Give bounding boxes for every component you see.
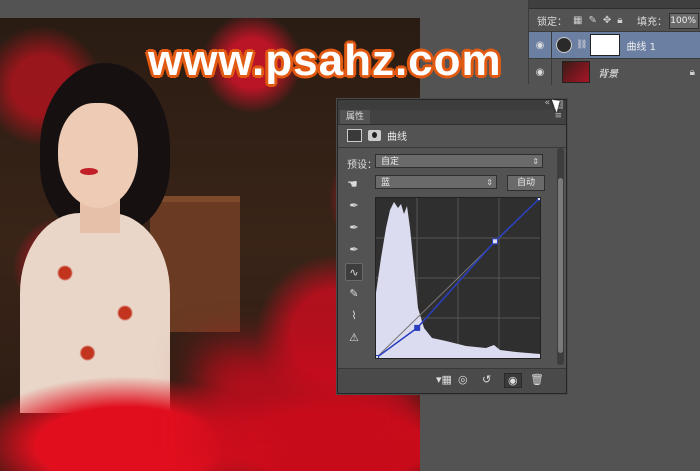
layer-row-background[interactable]: ◉ 背景 🔒︎	[529, 58, 700, 85]
curves-graph[interactable]	[375, 197, 541, 359]
layer-thumbnail	[562, 61, 590, 83]
woman-face	[58, 103, 138, 208]
sample-gray-icon[interactable]: ✒	[345, 219, 363, 237]
divider	[551, 59, 552, 85]
chevron-updown-icon: ⇕	[532, 157, 539, 166]
curve-tools: ✒ ✒ ✒ ∿ ✎ ⌇ ⚠	[345, 197, 363, 351]
curves-graph-svg[interactable]	[376, 198, 540, 358]
lock-row: 锁定： ▦ ✎ ✥ 🔒︎ 填充： 100%	[529, 9, 700, 31]
sample-black-icon[interactable]: ✒	[345, 197, 363, 215]
layers-panel: 锁定： ▦ ✎ ✥ 🔒︎ 填充： 100% ◉ ⛓︎ 曲线 1 ◉ 背景 🔒︎	[528, 0, 700, 85]
eye-icon[interactable]: ◉	[529, 67, 551, 78]
curve-control-point[interactable]	[414, 324, 421, 331]
properties-scrollbar[interactable]	[557, 148, 564, 365]
layer-mask-thumbnail[interactable]	[590, 34, 621, 56]
channel-select[interactable]: 蓝 ⇕	[375, 175, 497, 189]
channel-value: 蓝	[381, 178, 391, 188]
lock-transparent-icon[interactable]: ▦	[573, 15, 582, 26]
collapse-icon[interactable]: «	[544, 98, 550, 108]
delete-icon[interactable]: 🗑︎	[530, 373, 544, 386]
lock-all-icon[interactable]: 🔒︎	[617, 15, 622, 26]
curves-icon	[347, 129, 362, 142]
scroll-thumb[interactable]	[558, 178, 563, 353]
smooth-icon[interactable]: ⌇	[345, 307, 363, 325]
watermark-text: www.psahz.com	[148, 36, 502, 85]
properties-bottom-bar: ▾▦ ◎ ↺ ◉ 🗑︎	[338, 368, 566, 393]
view-previous-icon[interactable]: ◎	[458, 373, 468, 386]
clipping-warning-icon[interactable]: ⚠	[345, 329, 363, 347]
lock-icon: 🔒︎	[689, 66, 695, 78]
woman-lips	[80, 168, 98, 175]
divider	[338, 147, 566, 148]
curves-adjustment-icon	[556, 37, 572, 53]
layer-name[interactable]: 背景	[598, 65, 618, 80]
chevron-updown-icon: ⇕	[486, 178, 493, 187]
preset-value: 自定	[381, 157, 400, 167]
panel-tab-row: 属性 ≡	[338, 110, 566, 125]
fill-label: 填充：	[637, 17, 667, 28]
mask-icon[interactable]	[368, 130, 381, 141]
tab-properties[interactable]: 属性	[340, 110, 371, 124]
layer-name[interactable]: 曲线 1	[626, 38, 656, 53]
properties-panel: « × 属性 ≡ 曲线 预设： 自定 ⇕ ☚ 蓝 ⇕ 自动 ✒ ✒ ✒ ∿ ✎ …	[337, 98, 567, 394]
lock-position-icon[interactable]: ✥	[603, 15, 611, 26]
target-adjust-hand-icon[interactable]: ☚	[347, 177, 358, 191]
divider	[551, 32, 552, 58]
lock-label: 锁定：	[537, 16, 567, 28]
curve-control-point[interactable]	[537, 198, 541, 201]
properties-header: 曲线	[347, 128, 407, 143]
curve-control-point[interactable]	[492, 238, 498, 245]
eye-icon[interactable]: ◉	[529, 40, 551, 51]
curve-control-point[interactable]	[376, 355, 379, 359]
reset-icon[interactable]: ↺	[482, 373, 491, 386]
link-icon[interactable]: ⛓︎	[576, 40, 587, 50]
preset-label: 预设：	[347, 160, 377, 171]
auto-button[interactable]: 自动	[507, 175, 545, 191]
fill-input[interactable]: 100%	[669, 13, 699, 29]
panel-drag-bar[interactable]: « ×	[338, 98, 566, 110]
pencil-icon[interactable]: ✎	[345, 285, 363, 303]
clip-to-layer-icon[interactable]: ▾▦	[436, 373, 452, 386]
sample-white-icon[interactable]: ✒	[345, 241, 363, 259]
lock-image-icon[interactable]: ✎	[588, 15, 596, 26]
curve-edit-icon[interactable]: ∿	[345, 263, 363, 281]
layers-panel-top-strip	[529, 0, 700, 9]
adjustment-title: 曲线	[387, 132, 407, 143]
visibility-icon[interactable]: ◉	[504, 373, 522, 388]
preset-select[interactable]: 自定 ⇕	[375, 154, 543, 168]
layer-row-curves[interactable]: ◉ ⛓︎ 曲线 1	[529, 31, 700, 58]
